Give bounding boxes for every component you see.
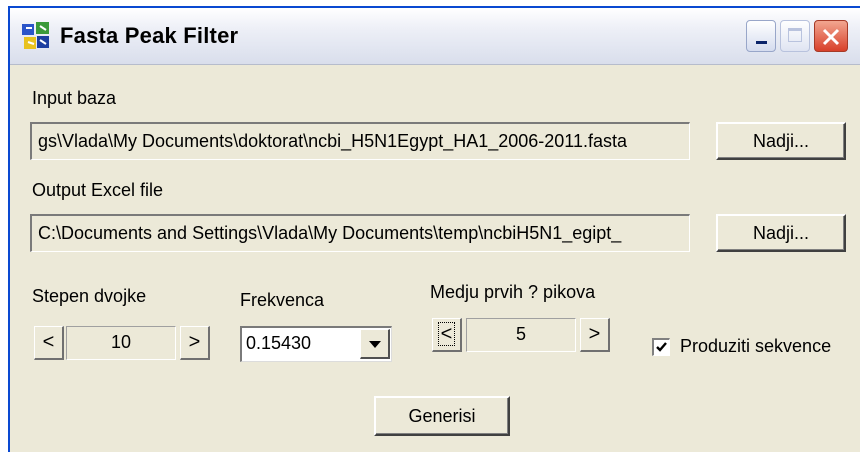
checkmark-icon [656,342,667,352]
title-bar[interactable]: Fasta Peak Filter [10,8,860,65]
stepen-increment-button[interactable]: > [180,326,210,360]
input-label: Input baza [32,88,117,108]
maximize-button[interactable] [780,20,810,52]
stepen-label: Stepen dvojke [32,286,147,306]
minimize-button[interactable] [746,20,776,52]
output-label: Output Excel file [32,180,164,200]
output-path-field[interactable]: C:\Documents and Settings\Vlada\My Docum… [30,214,690,252]
close-icon [822,28,840,46]
app-icon [22,22,49,49]
chevron-right-icon: > [188,331,201,353]
produziti-checkbox[interactable] [652,338,670,356]
stepen-value[interactable]: 10 [66,326,176,360]
dropdown-button[interactable] [360,329,390,359]
generate-button[interactable]: Generisi [374,396,510,436]
input-browse-button[interactable]: Nadji... [716,122,846,160]
medju-value[interactable]: 5 [466,318,576,352]
window-title: Fasta Peak Filter [60,23,239,48]
chevron-left-icon: < [42,331,55,353]
stepen-decrement-button[interactable]: < [34,326,64,360]
input-path-field[interactable]: gs\Vlada\My Documents\doktorat\ncbi_H5N1… [30,122,690,160]
output-browse-button[interactable]: Nadji... [716,214,846,252]
close-button[interactable] [814,20,848,52]
chevron-right-icon: > [588,323,601,345]
minimize-icon [756,41,767,44]
chevron-down-icon [369,341,381,348]
main-window: Fasta Peak Filter Input baza gs\Vlada\My… [8,6,860,452]
medju-label: Medju prvih ? pikova [430,282,596,302]
frekvenca-label: Frekvenca [240,290,325,310]
maximize-icon [788,28,802,42]
chevron-left-icon: < [437,322,456,346]
frekvenca-value: 0.15430 [246,333,312,353]
medju-decrement-button[interactable]: < [432,318,462,352]
frekvenca-select[interactable]: 0.15430 [240,326,392,362]
medju-increment-button[interactable]: > [580,318,610,352]
produziti-label[interactable]: Produziti sekvence [680,336,831,357]
